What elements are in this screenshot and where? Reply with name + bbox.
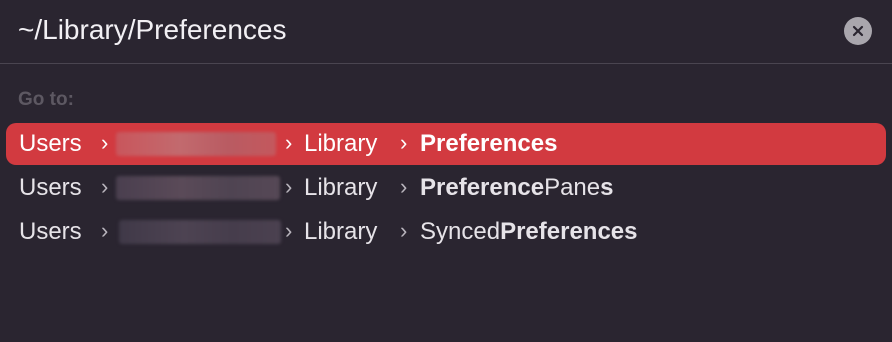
chevron-right-icon: › <box>400 218 408 243</box>
result-row[interactable]: Users › › Library › SyncedPreferences <box>6 211 886 253</box>
chevron-right-icon: › <box>400 130 408 155</box>
leaf-part: Preferences <box>420 130 558 157</box>
chevron-right-icon: › <box>285 218 293 243</box>
clear-button[interactable] <box>844 17 872 45</box>
path-segment-library: Library <box>304 218 378 245</box>
result-row[interactable]: Users › › Library › PreferencePanes <box>6 167 886 209</box>
path-segment-users: Users <box>19 130 82 157</box>
path-input[interactable] <box>18 12 818 48</box>
path-segment-users: Users <box>19 174 82 201</box>
leaf-part: Preferences <box>500 218 638 245</box>
leaf-part: Pane <box>544 174 601 201</box>
path-segment-library: Library <box>304 130 378 157</box>
chevron-right-icon: › <box>285 174 293 199</box>
go-to-folder-panel: Go to: Users › › Library › Preferences U… <box>0 0 892 342</box>
path-segment-leaf: PreferencePanes <box>420 167 614 209</box>
leaf-part: s <box>600 174 614 201</box>
result-row[interactable]: Users › › Library › Preferences <box>6 123 886 165</box>
redacted-username <box>116 132 276 156</box>
path-segment-leaf: SyncedPreferences <box>420 211 638 253</box>
chevron-right-icon: › <box>101 174 109 199</box>
chevron-right-icon: › <box>285 130 293 155</box>
leaf-part: Preference <box>420 174 545 201</box>
chevron-right-icon: › <box>101 218 109 243</box>
redacted-username <box>119 220 281 244</box>
close-icon <box>852 25 864 37</box>
chevron-right-icon: › <box>400 174 408 199</box>
path-segment-users: Users <box>19 218 82 245</box>
leaf-part: Synced <box>420 218 501 245</box>
go-to-label: Go to: <box>18 89 74 110</box>
path-bar <box>0 0 892 64</box>
path-segment-leaf: Preferences <box>420 123 557 165</box>
redacted-username <box>116 176 280 200</box>
path-segment-library: Library <box>304 174 378 201</box>
chevron-right-icon: › <box>101 130 109 155</box>
